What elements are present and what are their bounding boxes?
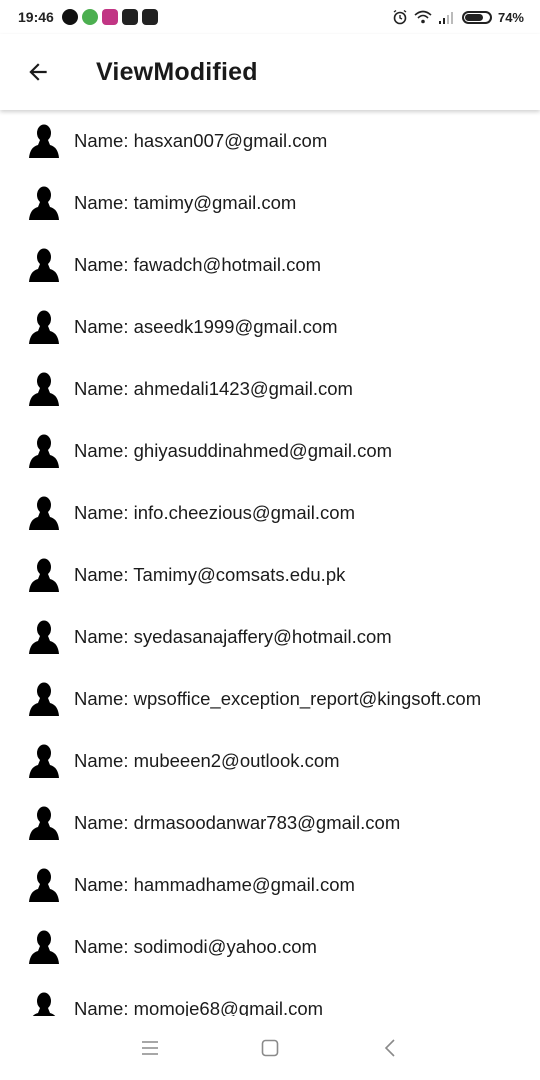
list-item-label: Name: tamimy@gmail.com: [74, 192, 297, 213]
battery-icon: [461, 10, 492, 24]
alarm-icon: [393, 9, 407, 25]
battery-percent: 74%: [497, 9, 524, 25]
list-item[interactable]: Name: ahmedali1423@gmail.com: [0, 358, 540, 420]
person-icon: [28, 309, 60, 345]
list-item-label: Name: ghiyasuddinahmed@gmail.com: [74, 440, 393, 461]
list-item-label: Name: momoje68@gmail.com: [74, 998, 324, 1016]
person-icon: [28, 247, 60, 283]
list-item[interactable]: Name: sodimodi@yahoo.com: [0, 916, 540, 978]
nav-menu-button[interactable]: [130, 1028, 170, 1068]
back-button[interactable]: [10, 44, 66, 100]
list-item-label: Name: sodimodi@yahoo.com: [74, 936, 317, 957]
home-square-icon: [261, 1039, 279, 1057]
system-nav-bar: [0, 1016, 540, 1080]
instagram-icon: [101, 9, 118, 25]
list-item-label: Name: wpsoffice_exception_report@kingsof…: [74, 688, 482, 709]
menu-icon: [142, 1041, 158, 1055]
person-icon: [28, 681, 60, 717]
app-bar: ViewModified: [0, 34, 540, 110]
list-item[interactable]: Name: info.cheezious@gmail.com: [0, 482, 540, 544]
person-icon: [28, 867, 60, 903]
nav-home-button[interactable]: [250, 1028, 290, 1068]
contact-list[interactable]: Name: hasxan007@gmail.com Name: tamimy@gm…: [0, 110, 540, 1016]
back-chevron-icon: [384, 1039, 395, 1057]
green-app-icon: [81, 9, 98, 25]
whatsapp-icon: [61, 9, 78, 25]
list-item-label: Name: syedasanajaffery@hotmail.com: [74, 626, 392, 647]
status-time: 19:46: [18, 9, 54, 25]
list-item-label: Name: info.cheezious@gmail.com: [74, 502, 355, 523]
signal-icon: [438, 12, 453, 24]
list-item[interactable]: Name: aseedk1999@gmail.com: [0, 296, 540, 358]
list-item-label: Name: mubeeen2@outlook.com: [74, 750, 340, 771]
list-item-label: Name: ahmedali1423@gmail.com: [74, 378, 353, 399]
list-item[interactable]: Name: tamimy@gmail.com: [0, 172, 540, 234]
person-icon: [28, 929, 60, 965]
list-item[interactable]: Name: hasxan007@gmail.com: [0, 110, 540, 172]
battery-fill: [464, 13, 483, 21]
status-right: 74%: [392, 9, 524, 25]
messages-icon: [141, 9, 158, 25]
list-item-label: Name: hammadhame@gmail.com: [74, 874, 355, 895]
google-icon: [121, 9, 138, 25]
person-icon: [28, 619, 60, 655]
list-item[interactable]: Name: Tamimy@comsats.edu.pk: [0, 544, 540, 606]
person-icon: [28, 123, 60, 159]
wifi-icon: [414, 10, 432, 24]
list-item[interactable]: Name: drmasoodanwar783@gmail.com: [0, 792, 540, 854]
list-item-label: Name: drmasoodanwar783@gmail.com: [74, 812, 401, 833]
status-bar: 19:46 74%: [0, 0, 540, 34]
page-title: ViewModified: [96, 57, 258, 86]
person-icon: [28, 371, 60, 407]
list-item[interactable]: Name: mubeeen2@outlook.com: [0, 730, 540, 792]
person-icon: [28, 185, 60, 221]
list-item[interactable]: Name: momoje68@gmail.com: [0, 978, 540, 1016]
list-item[interactable]: Name: syedasanajaffery@hotmail.com: [0, 606, 540, 668]
person-icon: [28, 433, 60, 469]
person-icon: [28, 743, 60, 779]
list-item-label: Name: fawadch@hotmail.com: [74, 254, 322, 275]
list-item-label: Name: Tamimy@comsats.edu.pk: [74, 564, 346, 585]
person-icon: [28, 805, 60, 841]
person-icon: [28, 991, 60, 1016]
arrow-left-icon: [29, 63, 47, 81]
list-item[interactable]: Name: fawadch@hotmail.com: [0, 234, 540, 296]
list-item[interactable]: Name: wpsoffice_exception_report@kingsof…: [0, 668, 540, 730]
list-item[interactable]: Name: ghiyasuddinahmed@gmail.com: [0, 420, 540, 482]
person-icon: [28, 557, 60, 593]
list-item-label: Name: aseedk1999@gmail.com: [74, 316, 338, 337]
list-item[interactable]: Name: hammadhame@gmail.com: [0, 854, 540, 916]
notification-icons: [61, 9, 158, 25]
nav-back-button[interactable]: [370, 1028, 410, 1068]
list-item-label: Name: hasxan007@gmail.com: [74, 130, 328, 151]
person-icon: [28, 495, 60, 531]
